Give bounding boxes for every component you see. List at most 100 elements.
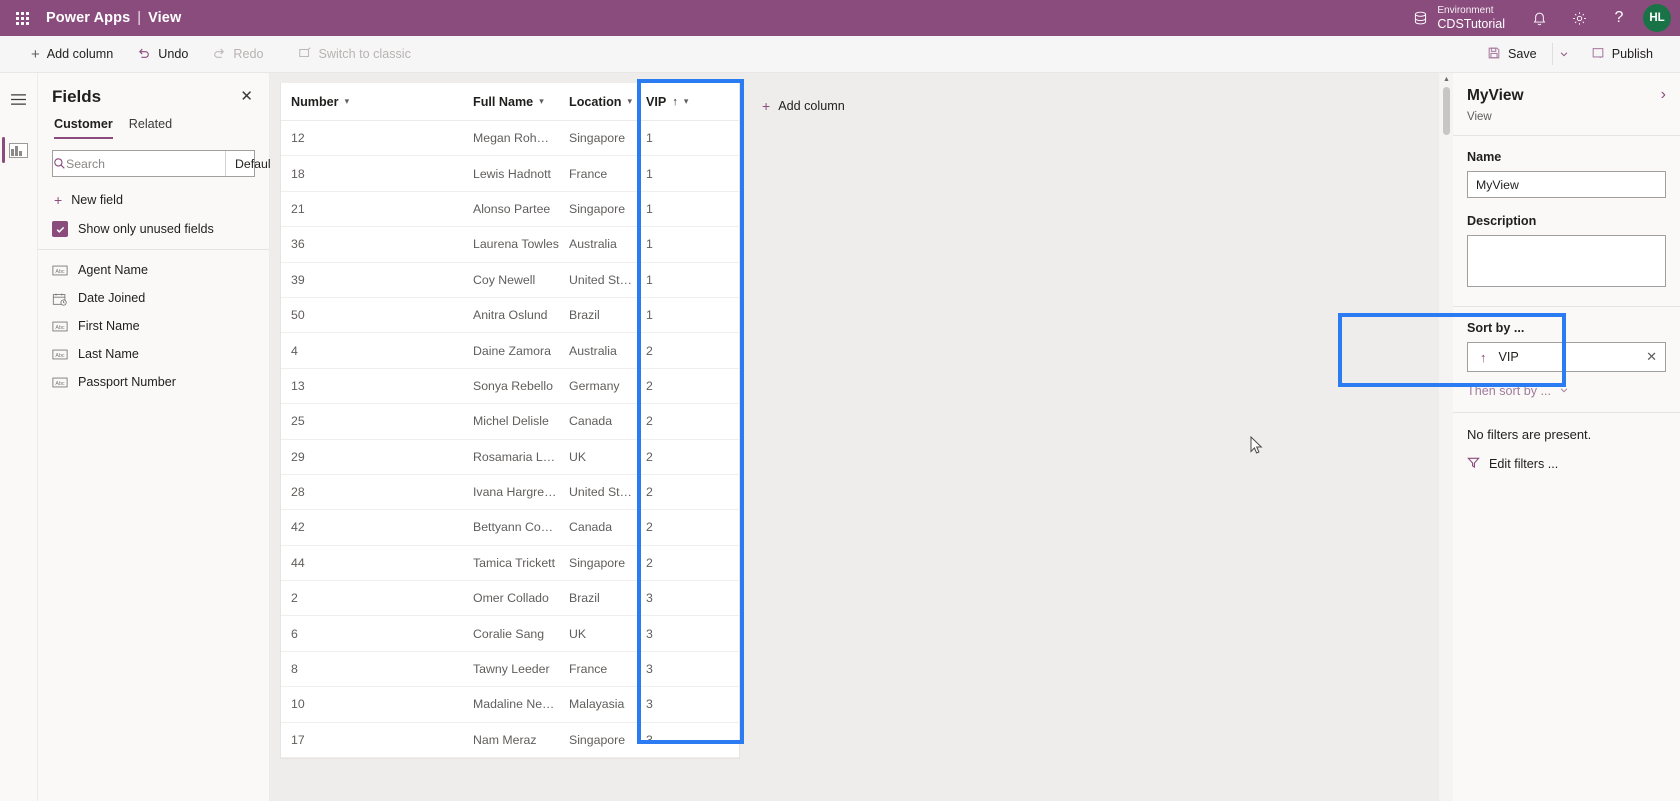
sort-chip-field-label: VIP <box>1498 350 1519 364</box>
chevron-down-icon <box>1559 384 1569 398</box>
table-row[interactable]: 12 Megan Rohman Singapore 1 <box>281 121 739 157</box>
cell-location: UK <box>569 626 587 641</box>
field-list-item[interactable]: Abc First Name <box>38 312 269 340</box>
cell-number: 36 <box>291 237 305 252</box>
table-row[interactable]: 36 Laurena Towles Australia 1 <box>281 227 739 263</box>
column-header-vip[interactable]: VIP ↑ ▾ <box>636 83 741 120</box>
checkbox-checked-icon <box>52 221 68 237</box>
column-header-location[interactable]: Location ▾ <box>559 83 636 120</box>
brand-title[interactable]: Power Apps | View <box>46 10 181 26</box>
no-filters-message: No filters are present. <box>1467 427 1592 442</box>
cell-number: 2 <box>291 591 298 606</box>
add-column-button[interactable]: + Add column <box>22 42 122 67</box>
scrollbar-thumb[interactable] <box>1443 87 1450 135</box>
grid-header-row: Number ▾ Full Name ▾ Location ▾ VIP ↑ ▾ <box>281 83 739 121</box>
publish-button[interactable]: Publish <box>1582 41 1662 68</box>
view-description-textarea[interactable] <box>1467 235 1666 287</box>
chevron-right-icon[interactable]: › <box>1661 87 1666 103</box>
cell-location: Singapore <box>569 131 626 146</box>
grid-add-column-button[interactable]: + Add column <box>752 92 855 120</box>
field-list-item[interactable]: Date Joined <box>38 284 269 312</box>
save-dropdown-chevron-icon[interactable] <box>1551 43 1576 65</box>
show-unused-fields-label: Show only unused fields <box>78 222 214 236</box>
cell-number: 13 <box>291 378 305 393</box>
cell-full-name: Lewis Hadnott <box>473 166 551 181</box>
table-row[interactable]: 17 Nam Meraz Singapore 3 <box>281 723 739 759</box>
sort-chip-vip[interactable]: ↑ VIP ✕ <box>1467 342 1666 372</box>
table-row[interactable]: 29 Rosamaria Lasset... UK 2 <box>281 440 739 475</box>
table-row[interactable]: 4 Daine Zamora Australia 2 <box>281 333 739 369</box>
scroll-up-arrow-icon[interactable]: ▲ <box>1440 73 1453 86</box>
cell-location: Brazil <box>569 591 600 606</box>
column-header-label: Location <box>569 94 622 109</box>
cell-full-name: Sonya Rebello <box>473 378 553 393</box>
user-avatar[interactable]: HL <box>1643 4 1671 32</box>
view-name-input[interactable] <box>1467 171 1666 198</box>
filter-funnel-icon <box>1467 456 1480 472</box>
brand-section: View <box>148 10 182 26</box>
table-row[interactable]: 13 Sonya Rebello Germany 2 <box>281 369 739 405</box>
cell-full-name: Michel Delisle <box>473 414 549 429</box>
help-question-icon[interactable]: ? <box>1599 0 1639 36</box>
table-row[interactable]: 42 Bettyann Coons Canada 2 <box>281 510 739 546</box>
table-row[interactable]: 10 Madaline Neblett Malayasia 3 <box>281 687 739 723</box>
notifications-bell-icon[interactable] <box>1519 0 1559 36</box>
close-icon[interactable]: ✕ <box>238 87 255 106</box>
table-row[interactable]: 21 Alonso Partee Singapore 1 <box>281 192 739 228</box>
cell-full-name: Tamica Trickett <box>473 555 555 570</box>
field-list-item[interactable]: Abc Last Name <box>38 340 269 368</box>
cell-full-name: Bettyann Coons <box>473 520 559 535</box>
tab-related[interactable]: Related <box>129 117 172 139</box>
table-row[interactable]: 28 Ivana Hargreaves United States 2 <box>281 475 739 511</box>
then-sort-by-dropdown[interactable]: Then sort by ... <box>1467 384 1666 398</box>
rail-item-view[interactable] <box>0 133 38 167</box>
table-row[interactable]: 25 Michel Delisle Canada 2 <box>281 404 739 440</box>
search-input[interactable] <box>66 156 225 171</box>
settings-gear-icon[interactable] <box>1559 0 1599 36</box>
show-unused-fields-checkbox[interactable]: Show only unused fields <box>52 221 255 249</box>
abc-text-icon: Abc <box>52 320 68 333</box>
table-row[interactable]: 50 Anitra Oslund Brazil 1 <box>281 298 739 334</box>
properties-scrollbar[interactable]: ▲ <box>1440 73 1453 801</box>
table-row[interactable]: 18 Lewis Hadnott France 1 <box>281 156 739 192</box>
environment-selector[interactable]: Environment CDSTutorial <box>1411 5 1505 31</box>
column-header-number[interactable]: Number ▾ <box>281 83 463 120</box>
hamburger-menu-icon[interactable] <box>0 83 38 115</box>
fields-panel-header: Fields ✕ <box>38 73 269 107</box>
remove-sort-close-icon[interactable]: ✕ <box>1646 349 1657 365</box>
cell-vip: 2 <box>646 520 653 535</box>
table-row[interactable]: 39 Coy Newell United States 1 <box>281 263 739 298</box>
view-grid-area: Number ▾ Full Name ▾ Location ▾ VIP ↑ ▾ … <box>270 73 1452 801</box>
cell-location: Brazil <box>569 308 600 323</box>
edit-filters-button[interactable]: Edit filters ... <box>1467 456 1666 472</box>
new-field-button[interactable]: + New field <box>52 189 255 211</box>
undo-button[interactable]: Undo <box>128 41 197 68</box>
power-apps-view-designer: Power Apps | View Environment CDSTutoria… <box>0 0 1680 801</box>
cell-vip: 3 <box>646 662 653 677</box>
table-row[interactable]: 44 Tamica Trickett Singapore 2 <box>281 546 739 582</box>
field-list-item[interactable]: Abc Agent Name <box>38 256 269 284</box>
sort-by-section: Sort by ... ↑ VIP ✕ Then sort by ... <box>1453 306 1680 412</box>
table-row[interactable]: 2 Omer Collado Brazil 3 <box>281 581 739 617</box>
cell-full-name: Omer Collado <box>473 591 549 606</box>
plus-icon: + <box>31 45 40 63</box>
save-button[interactable]: Save <box>1478 41 1546 68</box>
table-row[interactable]: 6 Coralie Sang UK 3 <box>281 616 739 652</box>
classic-window-icon <box>298 46 312 63</box>
plus-icon: + <box>54 192 63 208</box>
cell-full-name: Anitra Oslund <box>473 308 548 323</box>
table-row[interactable]: 8 Tawny Leeder France 3 <box>281 652 739 688</box>
tab-customer[interactable]: Customer <box>54 117 113 139</box>
cell-location: United States <box>569 485 636 500</box>
publish-label: Publish <box>1611 47 1653 61</box>
cell-number: 44 <box>291 555 305 570</box>
column-header-label: Full Name <box>473 94 534 109</box>
grid-rows: 12 Megan Rohman Singapore 1 18 Lewis Hadnott F… <box>281 121 739 759</box>
edit-filters-label: Edit filters ... <box>1489 457 1559 471</box>
field-list-item[interactable]: Abc Passport Number <box>38 368 269 396</box>
cell-location: Singapore <box>569 201 626 216</box>
app-launcher-icon[interactable] <box>0 0 44 36</box>
column-header-full-name[interactable]: Full Name ▾ <box>463 83 559 120</box>
column-header-label: VIP <box>646 94 667 109</box>
sort-ascending-icon: ↑ <box>1480 349 1487 365</box>
